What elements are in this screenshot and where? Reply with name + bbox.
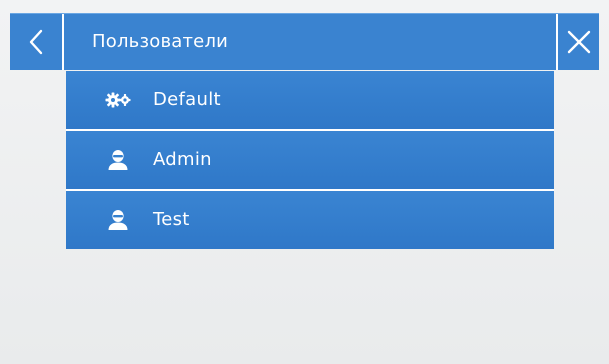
- list-item-label: Admin: [153, 149, 212, 170]
- back-button[interactable]: [10, 14, 64, 70]
- list-item-admin[interactable]: Admin: [66, 131, 554, 191]
- user-list: Default Admin Test: [66, 71, 554, 249]
- list-item-label: Test: [153, 209, 190, 230]
- user-icon: [108, 150, 128, 170]
- header-bar: Пользователи: [10, 13, 599, 70]
- close-icon: [567, 30, 590, 54]
- page-title: Пользователи: [92, 31, 229, 52]
- list-item-default[interactable]: Default: [66, 71, 554, 131]
- list-item-test[interactable]: Test: [66, 191, 554, 249]
- gears-icon: [105, 92, 131, 108]
- screen: Пользователи Default Admin Test: [0, 0, 609, 364]
- close-button[interactable]: [556, 14, 599, 70]
- list-item-label: Default: [153, 89, 221, 110]
- user-icon: [108, 210, 128, 230]
- chevron-left-icon: [29, 29, 43, 55]
